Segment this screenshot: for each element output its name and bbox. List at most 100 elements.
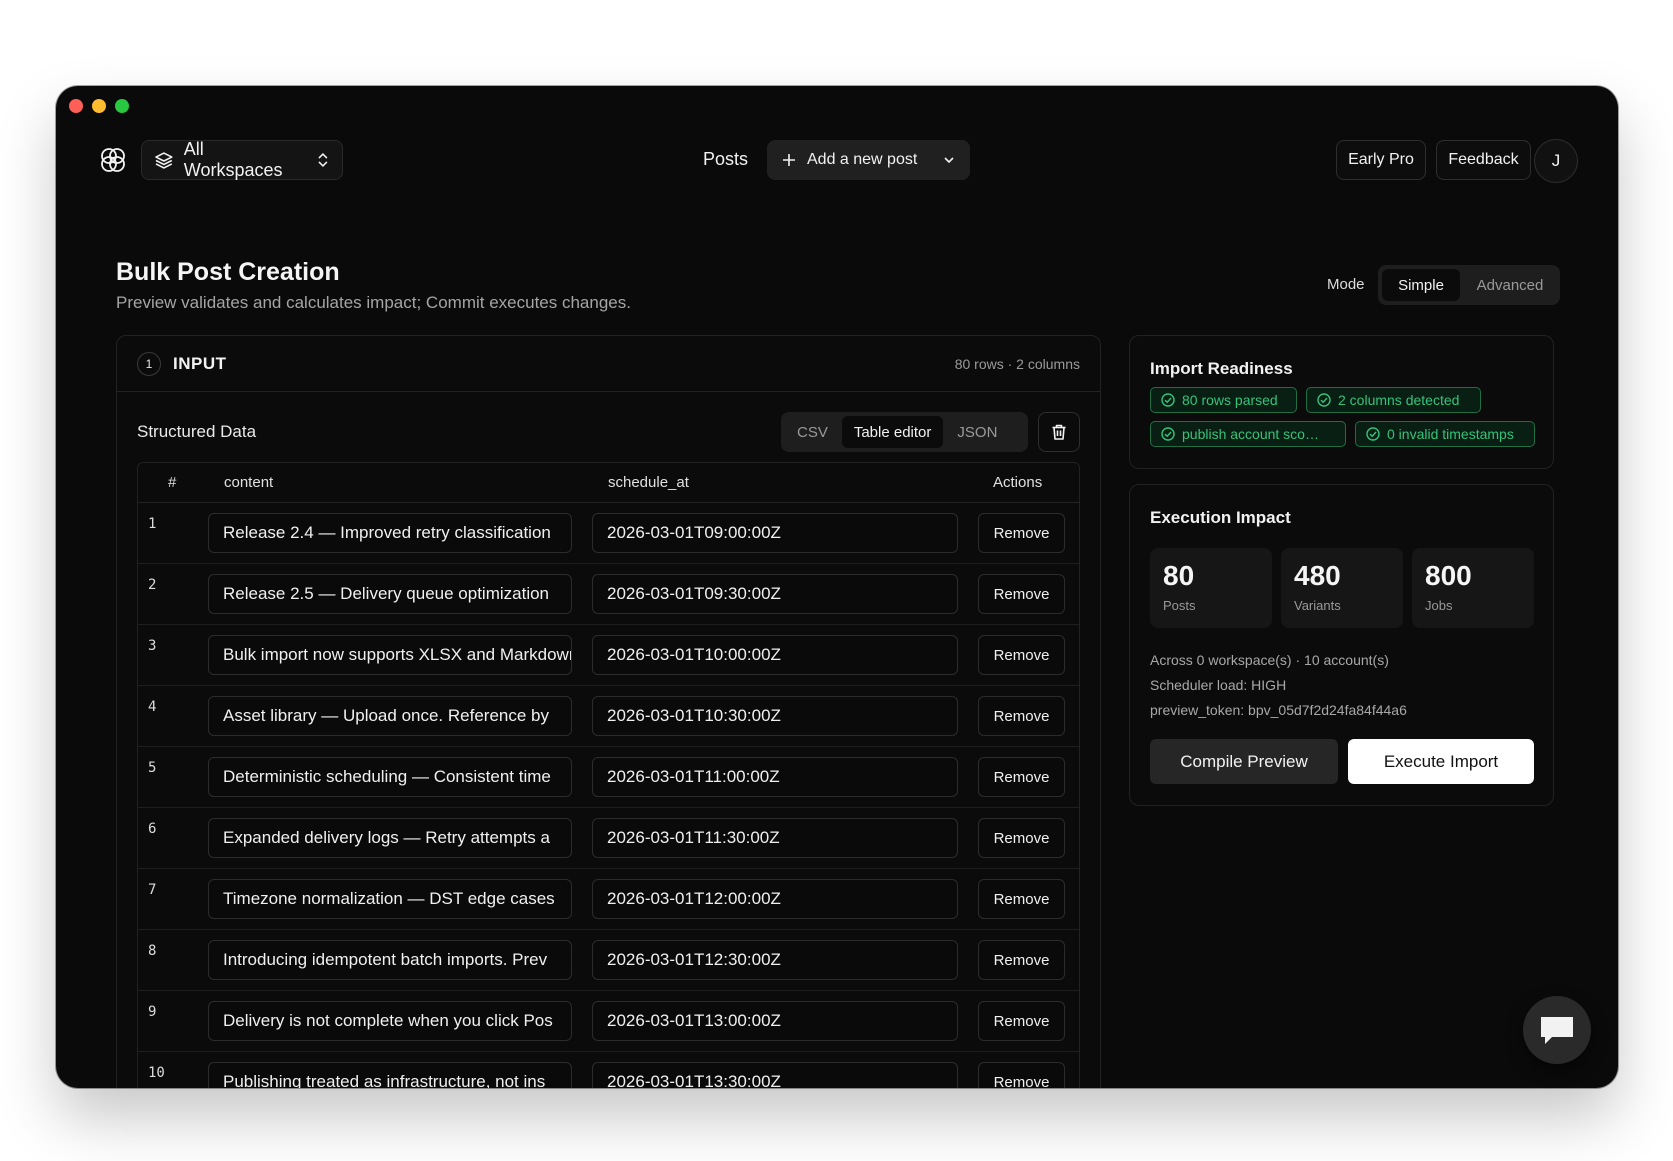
remove-row-button[interactable]: Remove	[978, 1001, 1065, 1041]
table-row: 4 Asset library — Upload once. Reference…	[138, 686, 1079, 747]
format-table-editor-option[interactable]: Table editor	[841, 416, 944, 448]
plus-icon	[783, 154, 795, 166]
content-input[interactable]: Release 2.5 — Delivery queue optimizatio…	[208, 574, 572, 614]
row-number: 9	[148, 1004, 157, 1020]
row-number: 5	[148, 760, 157, 776]
schedule-input[interactable]: 2026-03-01T09:00:00Z	[592, 513, 958, 553]
schedule-input[interactable]: 2026-03-01T11:00:00Z	[592, 757, 958, 797]
table-row: 2 Release 2.5 — Delivery queue optimizat…	[138, 564, 1079, 625]
remove-row-button[interactable]: Remove	[978, 757, 1065, 797]
schedule-input[interactable]: 2026-03-01T13:30:00Z	[592, 1062, 958, 1088]
content-input[interactable]: Asset library — Upload once. Reference b…	[208, 696, 572, 736]
layers-icon	[155, 152, 173, 169]
row-number: 4	[148, 699, 157, 715]
content-input[interactable]: Introducing idempotent batch imports. Pr…	[208, 940, 572, 980]
mode-label: Mode	[1327, 276, 1365, 293]
stat-value: 800	[1425, 560, 1472, 591]
input-panel: 1 INPUT 80 rows · 2 columns Structured D…	[116, 335, 1101, 1088]
content-input[interactable]: Timezone normalization — DST edge cases	[208, 879, 572, 919]
remove-row-button[interactable]: Remove	[978, 635, 1065, 675]
chevron-up-down-icon	[318, 152, 328, 168]
compile-preview-button[interactable]: Compile Preview	[1150, 739, 1338, 784]
data-table: # content schedule_at Actions 1 Release …	[137, 462, 1080, 1088]
trash-icon	[1052, 424, 1066, 440]
content-input[interactable]: Expanded delivery logs — Retry attempts …	[208, 818, 572, 858]
content-input[interactable]: Deterministic scheduling — Consistent ti…	[208, 757, 572, 797]
remove-row-button[interactable]: Remove	[978, 696, 1065, 736]
preview-token-line: preview_token: bpv_05d7f2d24fa84f44a6	[1150, 702, 1407, 718]
readiness-title: Import Readiness	[1150, 359, 1293, 378]
stat-label: Posts	[1163, 598, 1196, 613]
page-title: Bulk Post Creation	[116, 258, 340, 286]
remove-row-button[interactable]: Remove	[978, 818, 1065, 858]
mode-toggle: Simple Advanced	[1378, 265, 1560, 305]
table-row: 10 Publishing treated as infrastructure,…	[138, 1052, 1079, 1088]
status-badge: 2 columns detected	[1306, 387, 1481, 413]
plan-button[interactable]: Early Pro	[1336, 140, 1426, 180]
table-row: 1 Release 2.4 — Improved retry classific…	[138, 503, 1079, 564]
remove-row-button[interactable]: Remove	[978, 513, 1065, 553]
app-logo-icon[interactable]	[98, 145, 128, 175]
schedule-input[interactable]: 2026-03-01T13:00:00Z	[592, 1001, 958, 1041]
column-header-content: content	[224, 474, 274, 491]
content-input[interactable]: Publishing treated as infrastructure, no…	[208, 1062, 572, 1088]
stat-value: 80	[1163, 560, 1195, 591]
add-post-button[interactable]: Add a new post	[767, 140, 970, 180]
workspace-switcher[interactable]: All Workspaces	[141, 139, 343, 180]
format-json-option[interactable]: JSON	[945, 416, 1009, 448]
schedule-input[interactable]: 2026-03-01T12:00:00Z	[592, 879, 958, 919]
schedule-input[interactable]: 2026-03-01T10:30:00Z	[592, 696, 958, 736]
minimize-window-button[interactable]	[92, 99, 106, 113]
column-header-actions: Actions	[993, 474, 1043, 491]
row-number: 3	[148, 638, 157, 654]
chat-button[interactable]	[1523, 996, 1591, 1064]
badge-label: 2 columns detected	[1338, 392, 1460, 408]
close-window-button[interactable]	[69, 99, 83, 113]
check-circle-icon	[1317, 393, 1331, 407]
remove-row-button[interactable]: Remove	[978, 574, 1065, 614]
maximize-window-button[interactable]	[115, 99, 129, 113]
schedule-input[interactable]: 2026-03-01T10:00:00Z	[592, 635, 958, 675]
chevron-down-icon[interactable]	[942, 153, 956, 167]
import-readiness-card: Import Readiness 80 rows parsed 2 column…	[1129, 335, 1554, 469]
app-window: All Workspaces Posts Add a new post Earl…	[56, 86, 1618, 1088]
schedule-input[interactable]: 2026-03-01T09:30:00Z	[592, 574, 958, 614]
remove-row-button[interactable]: Remove	[978, 1062, 1065, 1088]
execution-impact-card: Execution Impact 80 Posts 480 Variants 8…	[1129, 484, 1554, 806]
content-input[interactable]: Release 2.4 — Improved retry classificat…	[208, 513, 572, 553]
check-circle-icon	[1366, 427, 1380, 441]
check-circle-icon	[1161, 427, 1175, 441]
status-badge: publish account sco…	[1150, 421, 1346, 447]
stat-value: 480	[1294, 560, 1341, 591]
workspace-label: All Workspaces	[183, 139, 283, 180]
remove-row-button[interactable]: Remove	[978, 940, 1065, 980]
posts-nav-link[interactable]: Posts	[703, 149, 748, 170]
table-row: 8 Introducing idempotent batch imports. …	[138, 930, 1079, 991]
column-header-schedule: schedule_at	[608, 474, 689, 491]
row-number: 7	[148, 882, 157, 898]
content-input[interactable]: Bulk import now supports XLSX and Markdo…	[208, 635, 572, 675]
format-csv-option[interactable]: CSV	[785, 416, 840, 448]
mode-advanced-option[interactable]: Advanced	[1464, 269, 1556, 301]
schedule-input[interactable]: 2026-03-01T11:30:00Z	[592, 818, 958, 858]
stat-variants: 480 Variants	[1281, 548, 1403, 628]
step-number: 1	[137, 351, 161, 376]
avatar[interactable]: J	[1534, 139, 1578, 183]
add-post-label: Add a new post	[807, 151, 918, 168]
clear-data-button[interactable]	[1038, 412, 1080, 452]
input-panel-header: 1 INPUT 80 rows · 2 columns	[117, 336, 1100, 392]
feedback-button[interactable]: Feedback	[1436, 140, 1531, 180]
execute-import-button[interactable]: Execute Import	[1348, 739, 1534, 784]
page-subtitle: Preview validates and calculates impact;…	[116, 293, 631, 312]
remove-row-button[interactable]: Remove	[978, 879, 1065, 919]
input-meta: 80 rows · 2 columns	[954, 355, 1080, 372]
row-number: 6	[148, 821, 157, 837]
table-row: 3 Bulk import now supports XLSX and Mark…	[138, 625, 1079, 686]
structured-data-toolbar: Structured Data CSV Table editor JSON	[137, 412, 1080, 452]
mode-simple-option[interactable]: Simple	[1382, 269, 1460, 301]
content-input[interactable]: Delivery is not complete when you click …	[208, 1001, 572, 1041]
row-number: 8	[148, 943, 157, 959]
format-toggle: CSV Table editor JSON	[781, 412, 1028, 452]
schedule-input[interactable]: 2026-03-01T12:30:00Z	[592, 940, 958, 980]
window-controls	[69, 99, 129, 113]
